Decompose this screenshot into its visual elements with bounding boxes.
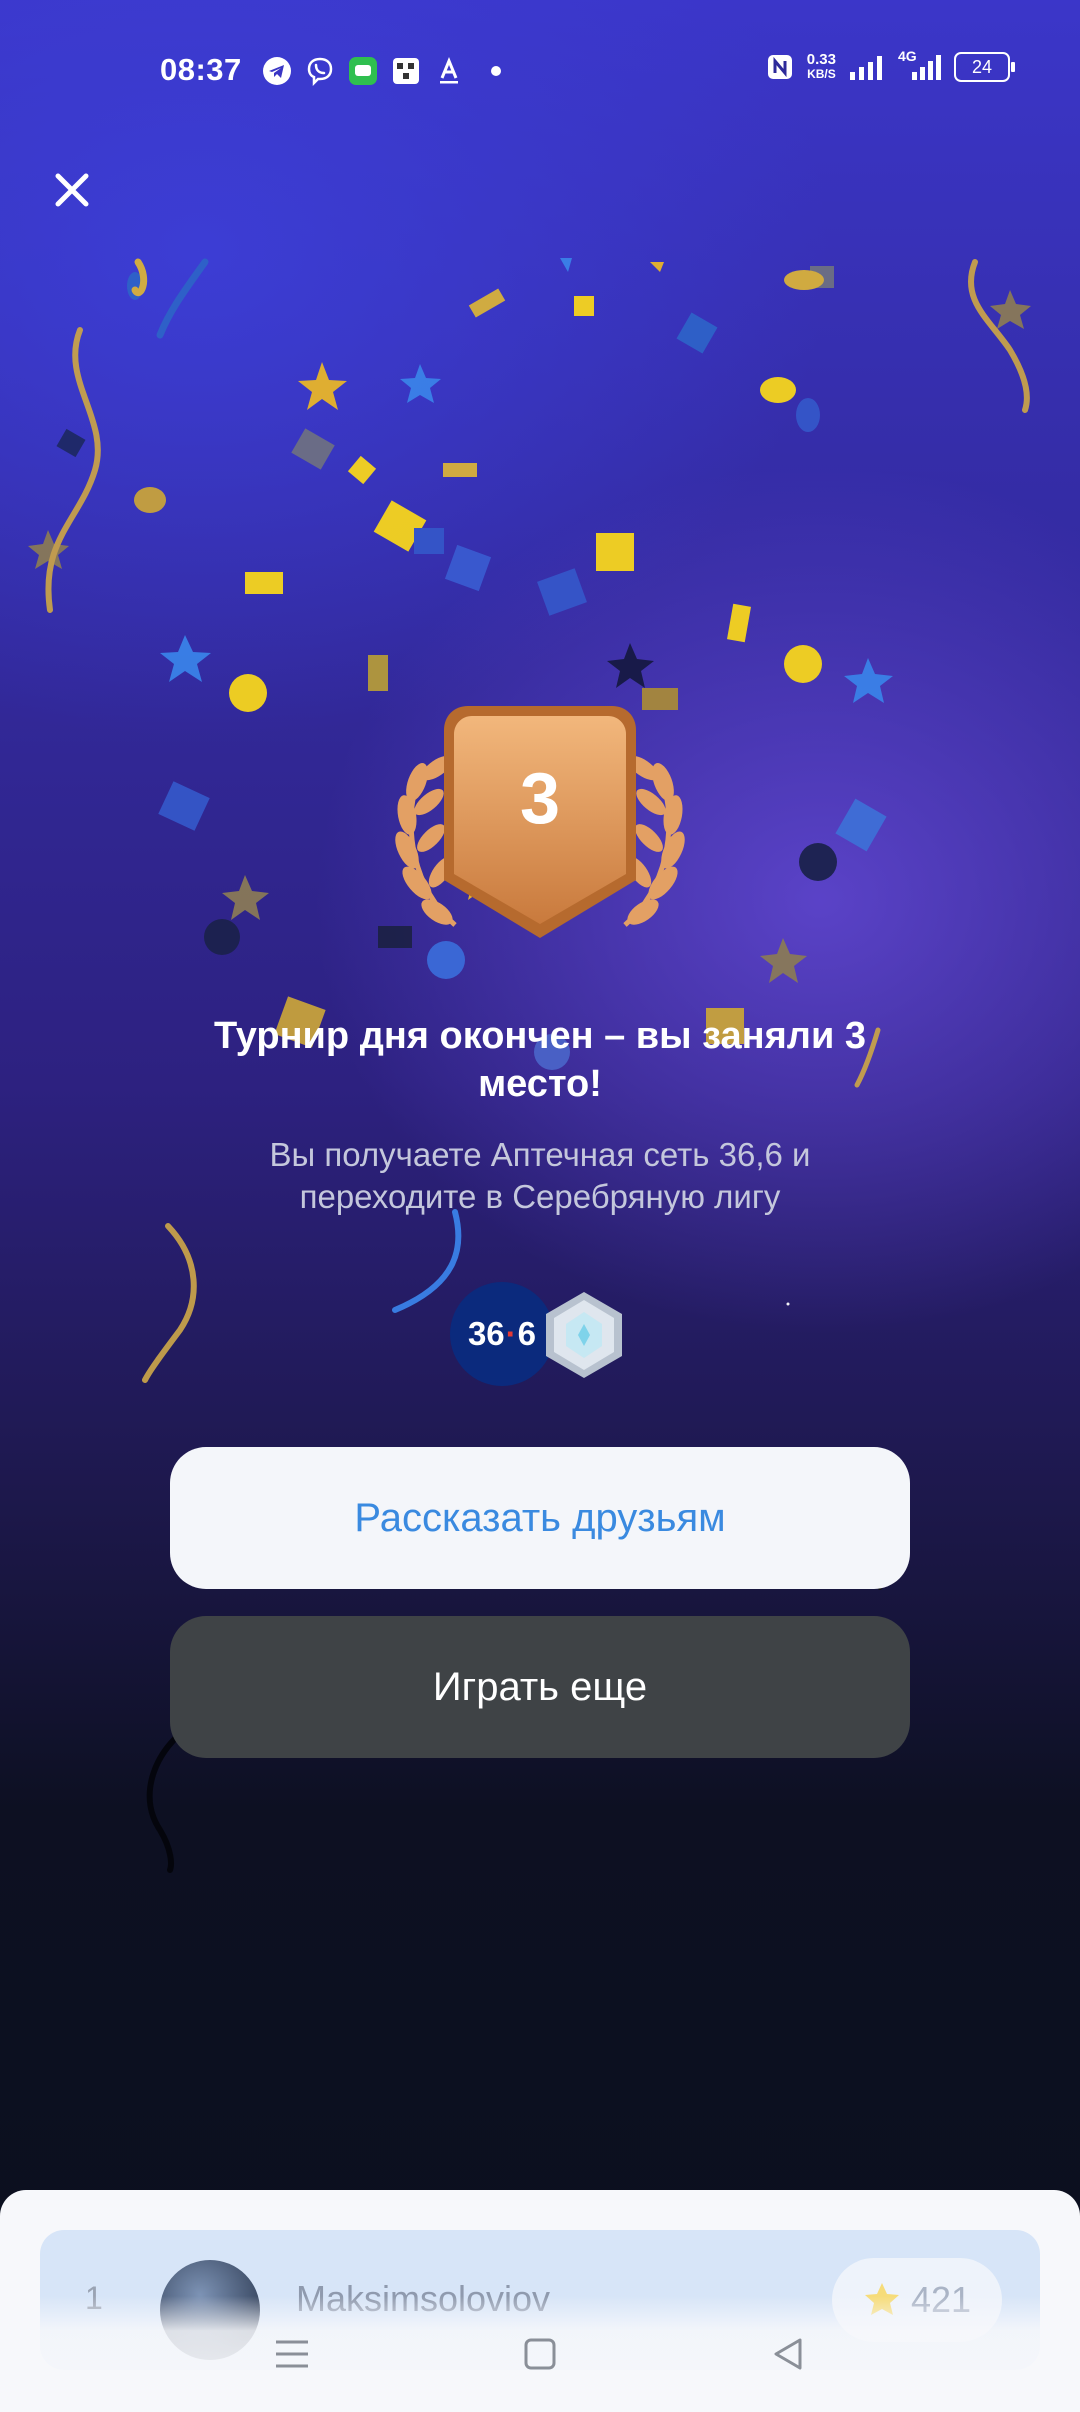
more-notifications-dot bbox=[491, 66, 501, 76]
signal-icon bbox=[848, 52, 886, 82]
status-bar: 08:37 0.33 KB/S 4G 24 bbox=[0, 0, 1080, 145]
mts-icon bbox=[391, 56, 421, 86]
pharmacy-logo-left: 36 bbox=[467, 1315, 505, 1352]
viber-icon bbox=[305, 56, 335, 86]
telegram-icon bbox=[262, 56, 292, 86]
share-button[interactable]: Рассказать друзьям bbox=[170, 1447, 910, 1589]
place-badge: 3 bbox=[345, 690, 735, 960]
pharmacy-logo-right: 6 bbox=[517, 1315, 537, 1352]
signal-icon-2 bbox=[912, 55, 941, 80]
battery-level: 24 bbox=[971, 56, 993, 77]
nfc-icon bbox=[765, 52, 795, 82]
net-speed-value: 0.33 bbox=[806, 51, 836, 68]
result-title: Турнир дня окончен – вы заняли 3 место! bbox=[214, 1015, 866, 1105]
play-again-button[interactable]: Играть еще bbox=[170, 1616, 910, 1758]
close-button[interactable] bbox=[42, 160, 102, 220]
messages-icon bbox=[348, 56, 378, 86]
home-button[interactable] bbox=[518, 2332, 562, 2376]
screen: 08:37 0.33 KB/S 4G 24 3 Турнир дня оконч… bbox=[0, 0, 1080, 2412]
battery-indicator: 24 bbox=[954, 52, 1015, 82]
system-icons: 0.33 KB/S 4G 24 bbox=[765, 48, 1015, 82]
silver-league-icon bbox=[546, 1292, 622, 1378]
network-type: 4G bbox=[898, 48, 942, 82]
net-speed-unit: KB/S bbox=[807, 67, 836, 81]
recent-apps-button[interactable] bbox=[270, 2332, 314, 2376]
home-icon bbox=[524, 2338, 556, 2370]
pharmacy-logo-dot: · bbox=[505, 1315, 517, 1352]
notification-icons bbox=[262, 56, 501, 86]
net-speed: 0.33 KB/S bbox=[807, 52, 836, 82]
place-number: 3 bbox=[519, 759, 561, 839]
status-time: 08:37 bbox=[160, 52, 242, 87]
close-icon bbox=[55, 173, 89, 207]
back-icon bbox=[774, 2338, 802, 2370]
navigation-bar bbox=[0, 2296, 1080, 2412]
font-icon bbox=[434, 56, 464, 86]
rewards: 36 · 6 bbox=[450, 1282, 630, 1386]
result-subtitle: Вы получаете Аптечная сеть 36,6 и перехо… bbox=[269, 1136, 811, 1215]
menu-icon bbox=[276, 2340, 308, 2368]
back-button[interactable] bbox=[766, 2332, 810, 2376]
